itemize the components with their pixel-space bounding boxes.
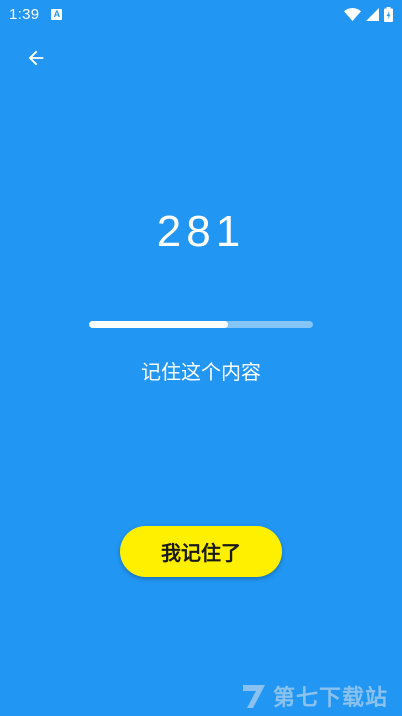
status-left: 1:39 A xyxy=(9,5,63,23)
instruction-text: 记住这个内容 xyxy=(141,360,261,384)
status-right xyxy=(344,6,393,22)
remembered-button[interactable]: 我记住了 xyxy=(120,526,282,577)
back-button[interactable] xyxy=(16,38,56,78)
watermark: 第七下载站 xyxy=(239,680,388,712)
memorize-number: 281 xyxy=(156,207,246,256)
notification-icon: A xyxy=(51,8,63,20)
countdown-progress-bar xyxy=(89,321,313,328)
battery-icon xyxy=(384,6,393,22)
watermark-text: 第七下载站 xyxy=(272,686,388,711)
watermark-logo-icon xyxy=(242,685,265,708)
countdown-progress-fill xyxy=(89,321,228,328)
notification-letter: A xyxy=(53,8,61,19)
arrow-left-icon xyxy=(28,50,44,66)
signal-icon xyxy=(366,7,379,21)
status-time: 1:39 xyxy=(9,5,40,23)
memorize-screen: 1:39 A 281 记住这个内容 我记住了 第七下载站 xyxy=(0,0,402,716)
status-bar: 1:39 A xyxy=(0,0,402,28)
wifi-icon xyxy=(344,7,361,21)
